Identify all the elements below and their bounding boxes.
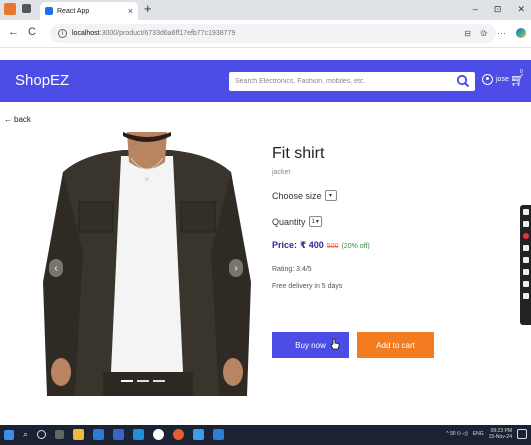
file-explorer-icon[interactable] — [73, 429, 85, 440]
url-path: :3000/product/6733d6a6ff17efb77c1938779 — [99, 30, 236, 37]
edge-taskbar-icon[interactable] — [133, 429, 145, 440]
store-icon[interactable] — [93, 429, 105, 440]
product-rating: Rating: 3.4/5 — [272, 266, 312, 273]
search-input[interactable] — [229, 72, 475, 91]
cart-icon[interactable]: 🛒︎ — [510, 73, 525, 87]
size-label: Choose size — [272, 190, 322, 201]
back-label: back — [14, 115, 31, 124]
url-host: localhost — [72, 30, 100, 37]
chevron-down-icon: ▾ — [329, 193, 333, 199]
chevron-down-icon: ▾ — [315, 219, 319, 225]
new-tab-button[interactable]: + — [144, 1, 152, 16]
carousel-next-button[interactable]: › — [229, 259, 243, 277]
size-selector-row: Choose size ▾ — [272, 190, 337, 201]
cortana-icon[interactable] — [37, 430, 47, 439]
webcam-icon[interactable] — [522, 269, 529, 275]
microphone-icon[interactable] — [522, 245, 529, 251]
back-arrow-icon: ← — [4, 115, 12, 124]
carousel-dot[interactable] — [121, 380, 133, 382]
back-link[interactable]: ← back — [4, 115, 31, 124]
product-image — [43, 132, 251, 396]
discount-label: (20% off) — [341, 243, 370, 250]
settings-gear-icon[interactable] — [522, 293, 529, 299]
carousel-indicators — [121, 380, 165, 382]
url-field[interactable]: i localhost:3000/product/6733d6a6ff17efb… — [50, 24, 496, 43]
vscode-icon[interactable] — [213, 429, 225, 440]
user-icon — [482, 74, 493, 85]
chrome-icon[interactable] — [153, 429, 165, 440]
windows-start-icon[interactable] — [4, 429, 14, 440]
quantity-value: 1 — [311, 218, 315, 225]
product-category: jacket — [272, 169, 291, 176]
profile-icon[interactable] — [4, 3, 16, 15]
tab-favicon-icon — [45, 7, 53, 15]
carousel-dot[interactable] — [153, 380, 165, 382]
edge-copilot-icon[interactable] — [516, 28, 526, 38]
reader-mode-icon[interactable]: ⊟ — [464, 29, 471, 38]
size-select[interactable]: ▾ — [324, 190, 337, 201]
window-controls: – ⊡ ✕ — [473, 4, 525, 15]
screen-recorder-toolbar — [520, 205, 531, 325]
price-row: Price: ₹ 400 500 (20% off) — [272, 240, 370, 251]
mail-icon[interactable] — [113, 429, 125, 440]
notification-icon[interactable] — [517, 429, 527, 439]
browser-toolbar-right: ✩ ··· — [479, 28, 526, 39]
tray-icons[interactable]: ^ 90 ⏻ ◁) — [446, 431, 468, 437]
reload-icon[interactable]: C — [28, 26, 36, 38]
tab-actions-icon[interactable] — [22, 4, 31, 13]
clock[interactable]: 09:23 PM 15-Nov-24 — [489, 428, 512, 440]
favorites-icon[interactable]: ✩ — [479, 28, 487, 39]
add-to-cart-button[interactable]: Add to cart — [357, 332, 434, 358]
user-menu[interactable]: jose — [482, 74, 509, 85]
brand-logo[interactable]: ShopEZ — [15, 72, 69, 89]
tab-title: React App — [57, 7, 90, 15]
record-icon[interactable] — [522, 233, 529, 239]
minimize-icon[interactable]: – — [473, 4, 478, 15]
drag-handle-icon[interactable] — [522, 209, 529, 215]
tab-close-icon[interactable]: × — [128, 6, 133, 16]
quantity-select[interactable]: 1 ▾ — [308, 216, 322, 227]
quantity-label: Quantity — [272, 216, 306, 227]
camera-icon[interactable] — [522, 221, 529, 227]
language-indicator[interactable]: ENG — [473, 431, 484, 437]
clock-date: 15-Nov-24 — [488, 434, 512, 440]
maximize-icon[interactable]: ⊡ — [494, 4, 502, 15]
carousel-prev-button[interactable]: ‹ — [49, 259, 63, 277]
delivery-info: Free delivery in 5 days — [272, 283, 343, 290]
user-name: jose — [496, 76, 509, 83]
pen-icon[interactable] — [522, 281, 529, 287]
site-info-icon[interactable]: i — [58, 29, 67, 38]
browser-tab[interactable]: React App × — [40, 2, 138, 20]
hand-cursor-icon — [330, 338, 340, 350]
search-icon[interactable] — [456, 74, 470, 88]
back-arrow-icon[interactable]: ← — [8, 26, 19, 38]
browser-tabstrip: React App × + – ⊡ ✕ — [0, 0, 531, 20]
carousel-dot[interactable] — [137, 380, 149, 382]
speaker-icon[interactable] — [522, 257, 529, 263]
price-label: Price: — [272, 240, 298, 250]
product-image-carousel[interactable]: ‹ › — [43, 132, 251, 396]
app-navbar: ShopEZ jose 🛒︎ 0 — [0, 60, 531, 102]
search-taskbar-icon[interactable]: ⌕ — [23, 429, 28, 440]
old-price: 500 — [326, 243, 339, 250]
system-tray: ^ 90 ⏻ ◁) ENG 09:23 PM 15-Nov-24 — [446, 428, 527, 440]
quantity-row: Quantity 1 ▾ — [272, 216, 322, 227]
app-icon[interactable] — [193, 429, 205, 440]
product-title: Fit shirt — [272, 145, 325, 162]
close-window-icon[interactable]: ✕ — [517, 4, 525, 15]
taskbar-apps: ⌕ — [4, 429, 225, 440]
taskbar: ⌕ ^ 90 ⏻ ◁) ENG 09:23 PM 15-Nov-24 — [0, 425, 531, 445]
address-bar-row: ← C i localhost:3000/product/6733d6a6ff1… — [0, 20, 531, 48]
firefox-icon[interactable] — [173, 429, 185, 440]
task-view-icon[interactable] — [55, 430, 65, 439]
cart-count-badge: 0 — [520, 69, 523, 75]
price-value: ₹ 400 — [300, 240, 324, 250]
more-menu-icon[interactable]: ··· — [497, 28, 506, 39]
browser-left-buttons — [4, 3, 31, 15]
